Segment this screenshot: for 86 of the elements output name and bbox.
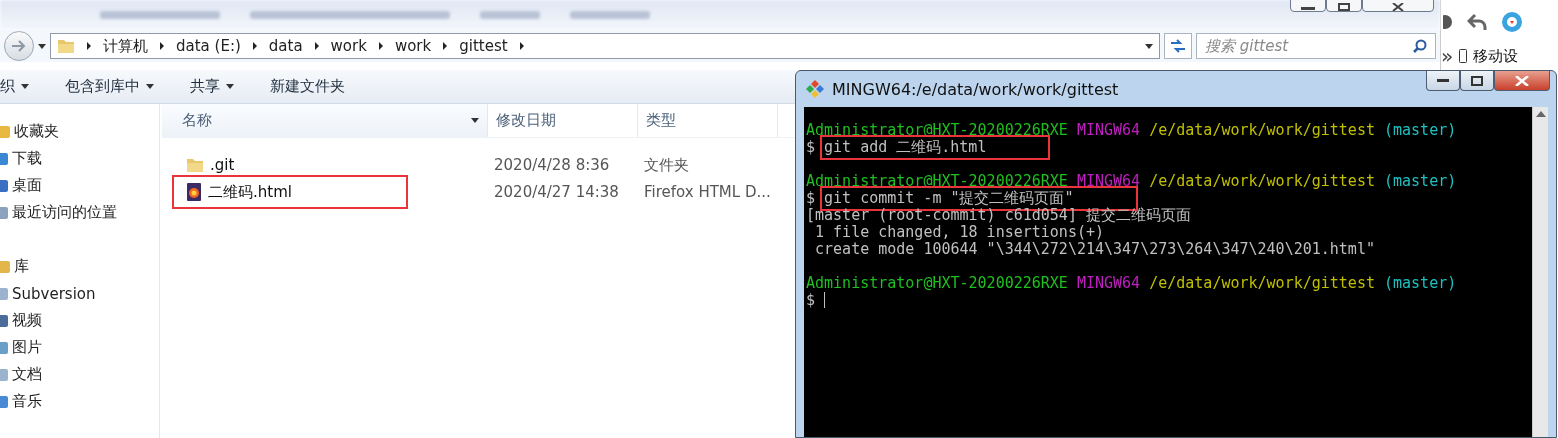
git-logo-icon [806, 80, 824, 98]
caret-icon [38, 43, 46, 49]
toolbar-button[interactable]: 新建文件夹 [270, 77, 345, 96]
back-button[interactable] [4, 31, 34, 61]
bookmark-label[interactable]: 移动设 [1473, 46, 1519, 66]
terminal-branch: (master) [1384, 122, 1457, 139]
breadcrumb-item[interactable]: data [268, 37, 303, 55]
maximize-button[interactable] [1460, 71, 1494, 91]
close-icon [1392, 3, 1404, 11]
prompt-sign: $ [806, 190, 816, 207]
scrollbar[interactable] [1532, 107, 1548, 437]
close-icon [1515, 75, 1529, 86]
maximize-icon [1471, 75, 1483, 86]
terminal-output: 1 file changed, 18 insertions(+) [814, 224, 1104, 241]
file-type: Firefox HTML D... [643, 183, 771, 201]
terminal-host: MINGW64 [1076, 122, 1141, 139]
terminal-path: /e/data/work/work/gittest [1149, 122, 1375, 139]
more-chevron[interactable]: » [1441, 44, 1454, 68]
close-button[interactable] [1494, 71, 1550, 91]
arrow-icon [12, 40, 26, 52]
breadcrumb-arrow-icon [517, 42, 526, 50]
breadcrumb-arrow-icon [158, 42, 166, 50]
caret-icon [21, 84, 29, 89]
breadcrumb-arrow-icon [250, 42, 259, 50]
breadcrumb-item[interactable]: data (E:) [176, 37, 241, 55]
terminal-output: [master (root-commit) c61d054] 提交二维码页面 [806, 207, 1191, 224]
text-cursor [824, 292, 826, 308]
phone-icon [1459, 49, 1468, 63]
terminal-user: Administrator@HXT-20200226RXE [806, 275, 1068, 292]
toolbar-button[interactable]: 共享 [190, 77, 234, 96]
back-arrow-icon[interactable] [1467, 13, 1487, 31]
refresh-icon [1170, 39, 1186, 53]
sidebar-item[interactable]: Subversion [0, 280, 159, 307]
breadcrumb-arrow-icon [441, 42, 450, 50]
firefox-file-icon [186, 183, 202, 201]
breadcrumb-arrow-icon [312, 42, 321, 50]
breadcrumb-item[interactable]: gittest [459, 37, 508, 55]
minimize-button[interactable] [1426, 71, 1460, 91]
terminal-path: /e/data/work/work/gittest [1149, 275, 1375, 292]
sidebar-item[interactable]: 桌面 [0, 172, 159, 199]
maximize-icon [1338, 3, 1350, 11]
breadcrumb-item[interactable]: work [330, 37, 367, 55]
terminal-path: /e/data/work/work/gittest [1149, 173, 1375, 190]
search-field[interactable]: 搜索 gittest [1196, 33, 1436, 59]
terminal-user: Administrator@HXT-20200226RXE [806, 173, 1068, 190]
terminal-user: Administrator@HXT-20200226RXE [806, 122, 1068, 139]
search-icon [1413, 39, 1427, 53]
caret-icon [471, 118, 479, 123]
refresh-button[interactable] [1164, 33, 1192, 59]
sidebar-item[interactable]: 最近访问的位置 [0, 199, 159, 226]
breadcrumb-item[interactable]: 计算机 [103, 36, 148, 56]
toolbar-button[interactable]: 包含到库中 [65, 77, 154, 96]
file-type: 文件夹 [643, 155, 689, 175]
breadcrumb-arrow-icon [376, 42, 385, 50]
caret-icon [146, 84, 154, 89]
breadcrumb-arrow-icon [85, 42, 93, 50]
prompt-sign: $ [806, 139, 816, 156]
scroll-up-icon[interactable] [1535, 111, 1546, 117]
sidebar-group[interactable]: 库 [0, 253, 159, 280]
caret-icon [1145, 43, 1153, 49]
file-name[interactable]: 二维码.html [172, 175, 408, 209]
column-header[interactable]: 类型 [638, 104, 778, 137]
window-title: MINGW64:/e/data/work/work/gittest [832, 79, 1119, 99]
terminal-branch: (master) [1384, 173, 1457, 190]
minimize-icon [1437, 79, 1449, 82]
sidebar-item[interactable]: 音乐 [0, 388, 159, 415]
caret-icon [226, 84, 234, 89]
sidebar-item[interactable]: 视频 [0, 307, 159, 334]
minimize-icon [1301, 7, 1315, 11]
download-icon[interactable] [1501, 11, 1523, 33]
sidebar-item[interactable]: 下载 [0, 145, 159, 172]
terminal-branch: (master) [1384, 275, 1457, 292]
column-header[interactable]: 名称 [162, 104, 488, 137]
column-header[interactable]: 修改日期 [488, 104, 638, 137]
file-date: 2020/4/28 8:36 [493, 156, 610, 174]
terminal-host: MINGW64 [1076, 173, 1141, 190]
file-date: 2020/4/27 14:38 [493, 183, 619, 201]
sidebar-item[interactable]: 文档 [0, 361, 159, 388]
prompt-sign: $ [806, 292, 816, 309]
terminal-host: MINGW64 [1076, 275, 1141, 292]
breadcrumb-item[interactable]: work [394, 37, 432, 55]
terminal-output: create mode 100644 "\344\272\214\347\273\264\347\240\201.html" [814, 241, 1375, 258]
address-bar[interactable]: 计算机 data (E:) data work work gittest [50, 33, 1160, 59]
toolbar-button[interactable]: 织 [0, 77, 29, 96]
sidebar-group[interactable]: 收藏夹 [0, 118, 159, 145]
sidebar-item[interactable]: 图片 [0, 334, 159, 361]
